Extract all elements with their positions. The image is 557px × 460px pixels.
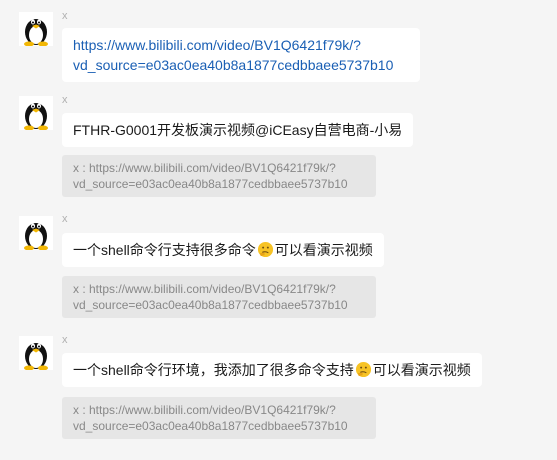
thinking-face-icon — [355, 361, 371, 378]
thinking-face-icon — [257, 241, 273, 258]
message-link[interactable]: https://www.bilibili.com/video/BV1Q6421f… — [73, 35, 409, 55]
quoted-text: x : https://www.bilibili.com/video/BV1Q6… — [73, 161, 336, 175]
message-text: FTHR-G0001开发板演示视频@iCEasy自营电商-小易 — [73, 122, 403, 138]
message-bubble[interactable]: 一个shell命令行支持很多命令 可以看演示视频 — [62, 233, 384, 267]
message-bubble[interactable]: https://www.bilibili.com/video/BV1Q6421f… — [62, 28, 420, 82]
quoted-message[interactable]: x : https://www.bilibili.com/video/BV1Q6… — [62, 155, 376, 197]
quoted-text: x : https://www.bilibili.com/video/BV1Q6… — [73, 403, 336, 417]
message-bubble[interactable]: FTHR-G0001开发板演示视频@iCEasy自营电商-小易 — [62, 113, 414, 147]
tux-penguin-icon — [24, 223, 48, 250]
tux-penguin-icon — [24, 343, 48, 370]
quoted-text: x : https://www.bilibili.com/video/BV1Q6… — [73, 282, 336, 296]
sender-name: x — [62, 334, 68, 346]
quoted-text: vd_source=e03ac0ea40b8a1877cedbbaee5737b… — [73, 419, 348, 433]
sender-name: x — [62, 94, 68, 106]
avatar[interactable] — [19, 12, 53, 46]
quoted-message[interactable]: x : https://www.bilibili.com/video/BV1Q6… — [62, 276, 376, 318]
quoted-message[interactable]: x : https://www.bilibili.com/video/BV1Q6… — [62, 397, 376, 439]
message-link[interactable]: vd_source=e03ac0ea40b8a1877cedbbaee5737b… — [73, 55, 409, 75]
avatar[interactable] — [19, 96, 53, 130]
quoted-text: vd_source=e03ac0ea40b8a1877cedbbaee5737b… — [73, 298, 348, 312]
message-text: 一个shell命令行支持很多命令 — [73, 242, 256, 258]
message-bubble[interactable]: 一个shell命令行环境，我添加了很多命令支持 可以看演示视频 — [62, 353, 482, 387]
sender-name: x — [62, 10, 68, 22]
message-text: 一个shell命令行环境，我添加了很多命令支持 — [73, 362, 354, 378]
quoted-text: vd_source=e03ac0ea40b8a1877cedbbaee5737b… — [73, 177, 348, 191]
avatar[interactable] — [19, 216, 53, 250]
sender-name: x — [62, 213, 68, 225]
tux-penguin-icon — [24, 19, 48, 46]
avatar[interactable] — [19, 336, 53, 370]
tux-penguin-icon — [24, 103, 48, 130]
message-text: 可以看演示视频 — [274, 242, 373, 258]
message-text: 可以看演示视频 — [372, 362, 471, 378]
